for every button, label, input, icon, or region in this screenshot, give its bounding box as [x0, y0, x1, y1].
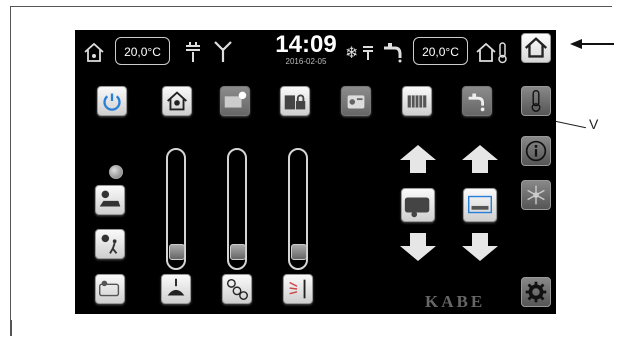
clock-date: 2016-02-05 [285, 57, 327, 66]
interior-light-icon [167, 91, 187, 111]
ceiling-light-slider[interactable] [166, 148, 186, 270]
exterior-light-icon [224, 91, 247, 108]
settings-button[interactable] [521, 277, 551, 307]
vehicle-leveling-button[interactable] [401, 188, 435, 222]
house-temp-icon [84, 42, 104, 62]
entrance-light-button[interactable] [95, 229, 125, 259]
exterior-light-button[interactable] [220, 86, 250, 116]
outside-temp-icon [476, 42, 507, 64]
caravan-icon [404, 197, 430, 218]
slider-knob[interactable] [291, 243, 307, 260]
slider-knob[interactable] [230, 243, 246, 260]
home-button[interactable] [521, 33, 551, 63]
lock-button[interactable] [280, 86, 310, 116]
spot-lights-slider[interactable] [227, 148, 247, 270]
wall-light-icon [289, 279, 306, 299]
bed-lift-icon [468, 195, 492, 214]
awning-light-icon [99, 280, 120, 297]
spot-lights-button[interactable] [222, 274, 252, 304]
inside-temp[interactable]: 20,0°C [115, 37, 170, 65]
clock-time: 14:09 [275, 31, 337, 58]
callout-label: V [589, 116, 599, 132]
right-sidebar [516, 30, 556, 314]
kabe-logo: KABE [425, 292, 486, 311]
temperature-button[interactable] [521, 86, 551, 116]
pointer-arrow-icon [570, 39, 614, 49]
entrance-light-icon [101, 234, 118, 254]
gear-icon [525, 281, 547, 303]
lock-icon [284, 94, 306, 110]
outside-temp[interactable]: 20,0°C [413, 37, 468, 65]
radio-button[interactable] [341, 86, 371, 116]
control-panel-screen: 20,0°C 14:09 2016-02-05 ❄ 20,0°C KABE [75, 30, 556, 314]
status-indicator-light [109, 165, 123, 179]
vehicle-down-arrow-icon[interactable] [398, 232, 438, 262]
bed-light-icon [99, 190, 121, 207]
home-icon [524, 37, 548, 58]
bed-lift-button[interactable] [463, 188, 497, 222]
antenna-icon [214, 41, 232, 62]
ceiling-lamp-icon [167, 278, 185, 296]
climate-button[interactable] [521, 180, 551, 210]
interior-light-button[interactable] [162, 86, 192, 116]
power-plug-icon [186, 42, 200, 62]
thermometer-icon [531, 90, 541, 112]
ceiling-light-button[interactable] [161, 274, 191, 304]
awning-light-button[interactable] [95, 274, 125, 304]
wall-light-button[interactable] [283, 274, 313, 304]
water-tap-icon [384, 43, 402, 63]
bed-down-arrow-icon[interactable] [460, 232, 500, 262]
radio-icon [347, 95, 365, 109]
water-pump-button[interactable] [462, 86, 492, 116]
spot-lights-icon [226, 278, 248, 300]
slider-knob[interactable] [169, 243, 185, 260]
svg-text:❄: ❄ [345, 43, 358, 62]
climate-power-icon: ❄ [345, 43, 373, 62]
info-icon [525, 140, 547, 162]
power-icon [103, 93, 121, 111]
bed-up-arrow-icon[interactable] [460, 144, 500, 174]
bed-light-button[interactable] [95, 185, 125, 215]
vehicle-up-arrow-icon[interactable] [398, 144, 438, 174]
status-bar: 20,0°C 14:09 2016-02-05 ❄ 20,0°C [75, 30, 516, 74]
snowflake-sun-icon [527, 185, 545, 205]
heater-icon [407, 95, 427, 108]
wall-light-slider[interactable] [288, 148, 308, 270]
water-pump-icon [468, 93, 485, 112]
power-button[interactable] [97, 86, 127, 116]
heater-button[interactable] [402, 86, 432, 116]
info-button[interactable] [521, 136, 551, 166]
